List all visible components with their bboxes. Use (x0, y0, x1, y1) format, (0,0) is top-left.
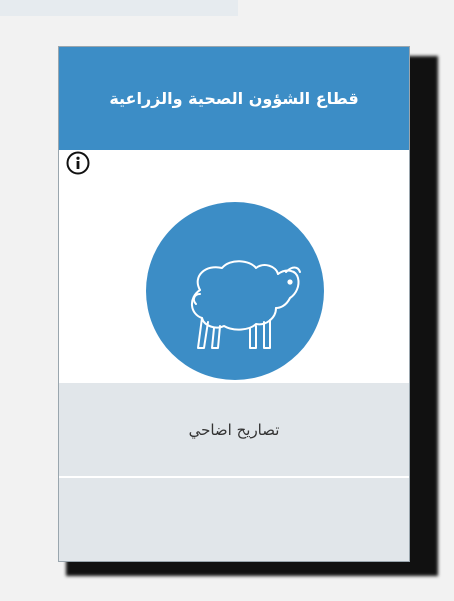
sheep-icon (191, 260, 301, 349)
top-strip (0, 0, 238, 16)
service-card[interactable]: قطاع الشؤون الصحية والزراعية تصاريح اضاح… (58, 46, 410, 562)
service-label-band[interactable]: تصاريح اضاحي (59, 383, 409, 478)
card-footer (59, 478, 409, 561)
card-title: قطاع الشؤون الصحية والزراعية (109, 89, 359, 108)
sheep-icon-circle[interactable] (146, 202, 324, 380)
card-header: قطاع الشؤون الصحية والزراعية (59, 47, 409, 150)
service-label: تصاريح اضاحي (188, 420, 280, 439)
info-icon[interactable] (66, 151, 90, 175)
